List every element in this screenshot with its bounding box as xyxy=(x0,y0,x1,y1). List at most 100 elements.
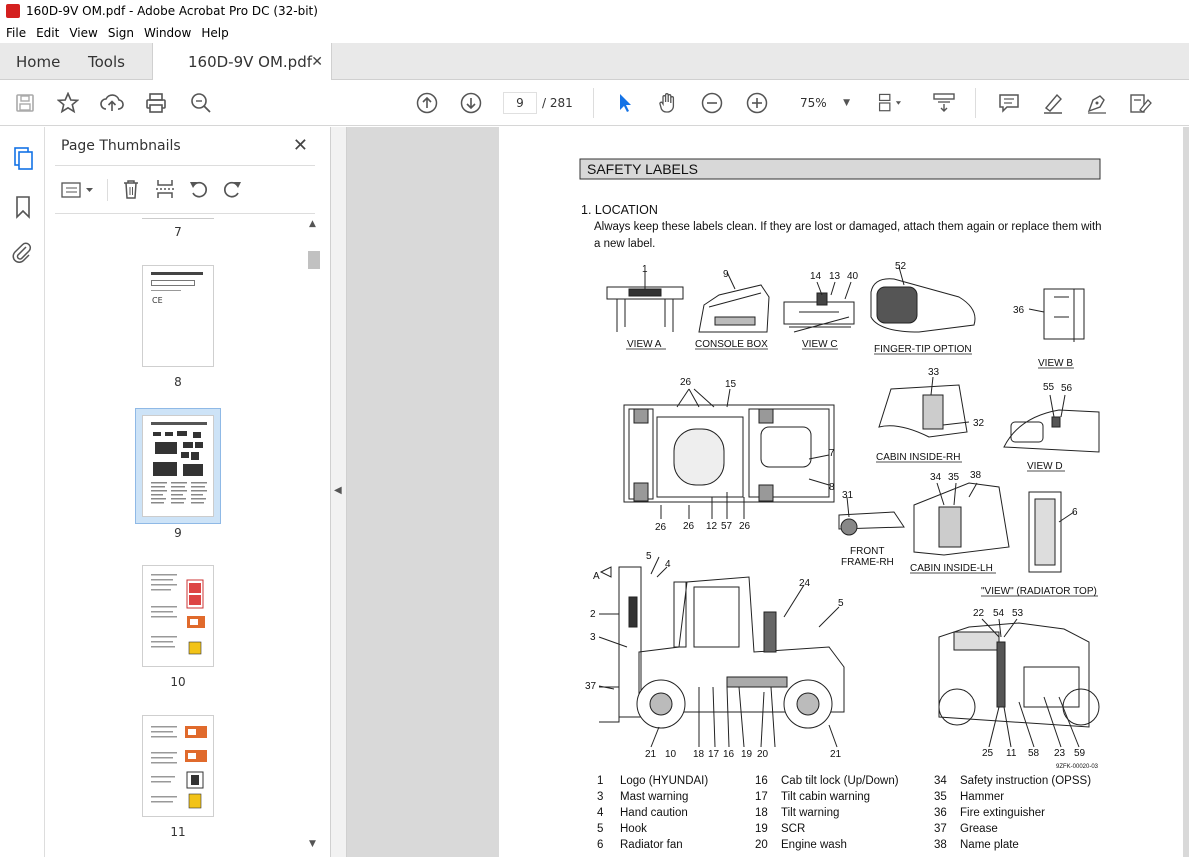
bookmark-icon[interactable] xyxy=(12,195,34,219)
scroll-up-icon[interactable]: ▲ xyxy=(309,219,316,229)
collapse-arrow-icon[interactable]: ◀ xyxy=(334,485,342,496)
rotate-left-icon[interactable] xyxy=(188,178,210,204)
callout-19: 19 xyxy=(741,749,753,760)
zoom-out-icon[interactable] xyxy=(700,91,724,115)
callout-5: 5 xyxy=(838,598,844,609)
legend-item: SCR xyxy=(781,823,805,835)
callout-35: 35 xyxy=(948,472,960,483)
zoom-search-icon[interactable] xyxy=(189,91,213,115)
callout-55: 55 xyxy=(1043,382,1055,393)
legend-item: Hook xyxy=(620,823,647,835)
label-finger-tip: FINGER-TIP OPTION xyxy=(874,344,972,355)
sign-pen-icon[interactable] xyxy=(1085,91,1109,115)
callout-58: 58 xyxy=(1028,748,1040,759)
legend-item: Grease xyxy=(960,823,998,835)
tab-document[interactable]: 160D-9V OM.pdf ✕ xyxy=(152,43,332,81)
tab-tools[interactable]: Tools xyxy=(88,43,125,80)
redact-tool-icon[interactable] xyxy=(1128,91,1152,115)
legend-item: Cab tilt lock (Up/Down) xyxy=(781,775,899,787)
scrollbar-thumb[interactable] xyxy=(308,251,320,269)
menu-sign[interactable]: Sign xyxy=(102,26,138,40)
next-page-icon[interactable] xyxy=(459,91,483,115)
side-view-mast xyxy=(618,566,642,718)
panel-toolbar-divider xyxy=(107,179,108,201)
legend-item: Tilt warning xyxy=(781,807,839,819)
page-fit-icon[interactable] xyxy=(877,91,901,115)
save-icon[interactable] xyxy=(13,91,37,115)
svg-text:5: 5 xyxy=(597,823,603,835)
panel-collapse-bar[interactable]: ◀ xyxy=(331,127,347,857)
thumbnail-label: 9 xyxy=(174,526,182,540)
hand-tool-icon[interactable] xyxy=(656,91,680,115)
svg-text:17: 17 xyxy=(755,791,768,803)
highlight-pen-icon[interactable] xyxy=(1041,91,1065,115)
menu-help[interactable]: Help xyxy=(195,26,232,40)
select-cursor-icon[interactable] xyxy=(613,91,637,115)
callout-26: 26 xyxy=(680,377,692,388)
zoom-select[interactable]: 75% ▼ xyxy=(790,92,858,114)
callout-20: 20 xyxy=(757,749,769,760)
title-bar: 160D-9V OM.pdf - Adobe Acrobat Pro DC (3… xyxy=(0,0,1189,22)
close-tab-icon[interactable]: ✕ xyxy=(311,54,323,70)
label-arrow-a: A xyxy=(593,571,600,582)
thumbnail-page-10[interactable] xyxy=(142,565,214,667)
callout-59: 59 xyxy=(1074,748,1086,759)
previous-page-icon[interactable] xyxy=(415,91,439,115)
tab-home[interactable]: Home xyxy=(16,43,60,80)
page-number-input[interactable]: 9 xyxy=(503,92,537,114)
thumbnail-page-7-bottom[interactable] xyxy=(142,218,214,219)
callout-38: 38 xyxy=(970,470,982,481)
total-pages: / 281 xyxy=(542,96,573,110)
thumbnail-page-8[interactable]: CE xyxy=(142,265,214,367)
pdf-page: SAFETY LABELS 1. LOCATION Always keep th… xyxy=(499,127,1183,857)
callout-52: 52 xyxy=(895,261,907,272)
zoom-in-icon[interactable] xyxy=(745,91,769,115)
attachment-icon[interactable] xyxy=(11,240,33,264)
menu-file[interactable]: File xyxy=(0,26,30,40)
svg-text:18: 18 xyxy=(755,807,768,819)
page-content: SAFETY LABELS 1. LOCATION Always keep th… xyxy=(579,158,1102,851)
callout-37: 37 xyxy=(585,681,597,692)
print-icon[interactable] xyxy=(144,91,168,115)
thumbnail-page-9-selected[interactable] xyxy=(135,408,221,524)
extract-pages-icon[interactable] xyxy=(154,178,176,204)
page-thumbnails-icon[interactable] xyxy=(10,145,36,171)
callout-7: 7 xyxy=(829,448,835,459)
menu-view[interactable]: View xyxy=(63,26,101,40)
comment-icon[interactable] xyxy=(997,91,1021,115)
svg-text:20: 20 xyxy=(755,839,768,851)
callout-34: 34 xyxy=(930,472,942,483)
close-panel-icon[interactable]: ✕ xyxy=(293,135,308,156)
tab-document-label: 160D-9V OM.pdf xyxy=(188,53,313,71)
label-view-a: VIEW A xyxy=(627,339,662,350)
document-viewer[interactable]: SAFETY LABELS 1. LOCATION Always keep th… xyxy=(347,127,1189,857)
menu-window[interactable]: Window xyxy=(138,26,195,40)
page-thumbnails-panel: Page Thumbnails ✕ 7 CE 8 9 10 11 ▲ ▼ xyxy=(45,127,331,857)
star-icon[interactable] xyxy=(56,91,80,115)
thumbnail-page-11[interactable] xyxy=(142,715,214,817)
menu-bar: File Edit View Sign Window Help xyxy=(0,22,1189,43)
label-cabin-inside-lh: CABIN INSIDE-LH xyxy=(910,563,993,574)
thumbnail-scrollbar[interactable]: ▲ ▼ xyxy=(307,217,321,857)
legend-item: Fire extinguisher xyxy=(960,807,1045,819)
upload-cloud-icon[interactable] xyxy=(100,91,124,115)
delete-pages-icon[interactable] xyxy=(120,178,142,204)
section-title: SAFETY LABELS xyxy=(587,161,698,177)
callout-11: 11 xyxy=(1006,748,1017,759)
svg-text:3: 3 xyxy=(597,791,603,803)
panel-divider xyxy=(55,165,315,166)
svg-text:1: 1 xyxy=(597,775,603,787)
thumbnail-options-icon[interactable] xyxy=(61,180,97,200)
scroll-mode-icon[interactable] xyxy=(932,91,956,115)
svg-text:37: 37 xyxy=(934,823,947,835)
menu-edit[interactable]: Edit xyxy=(30,26,63,40)
callout-56: 56 xyxy=(1061,383,1073,394)
callout-17: 17 xyxy=(708,749,720,760)
thumbnail-label: 11 xyxy=(170,825,186,839)
scroll-down-icon[interactable]: ▼ xyxy=(309,839,316,849)
top-view-drawing xyxy=(623,404,835,503)
callout-21: 21 xyxy=(830,749,842,760)
callout-57: 57 xyxy=(721,521,733,532)
rotate-right-icon[interactable] xyxy=(221,178,243,204)
callout-16: 16 xyxy=(723,749,735,760)
